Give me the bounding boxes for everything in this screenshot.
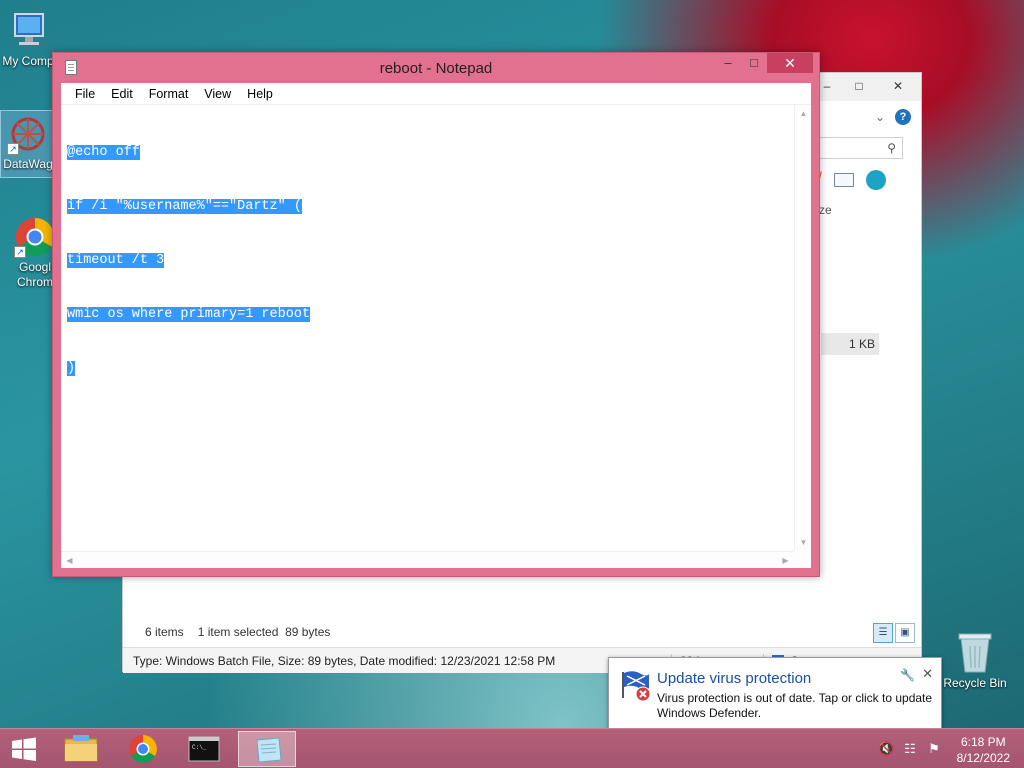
desktop-icon-label: My Comp <box>2 54 54 68</box>
notepad-window[interactable]: reboot - Notepad – □ ✕ File Edit Format … <box>52 52 820 577</box>
taskbar-notepad[interactable] <box>238 731 296 767</box>
notepad-window-controls: – □ ✕ <box>715 53 813 73</box>
notification-title: Update virus protection <box>657 670 812 687</box>
menu-format[interactable]: Format <box>141 87 197 101</box>
taskbar: C:\_ 🔇 ☷ ⚑ 6:18 PM 8/12/2022 <box>0 728 1024 768</box>
maximize-button[interactable]: □ <box>843 73 875 99</box>
recycle-bin-icon <box>957 630 993 674</box>
shortcut-arrow-icon: ↗ <box>14 246 26 258</box>
minimize-button[interactable]: – <box>715 53 741 73</box>
terminal-icon: C:\_ <box>188 736 220 762</box>
vertical-scrollbar[interactable]: ▲ ▼ <box>794 105 811 551</box>
system-tray: 🔇 ☷ ⚑ 6:18 PM 8/12/2022 <box>864 729 1024 768</box>
desktop-icon-label: DataWag <box>3 157 53 171</box>
resize-grip[interactable] <box>794 551 811 568</box>
search-input[interactable]: ⚲ <box>819 137 903 159</box>
shortcut-arrow-icon: ↗ <box>7 143 19 155</box>
explorer-window-controls: – □ ✕ <box>811 73 921 99</box>
chevron-down-icon[interactable]: ⌄ <box>875 110 885 124</box>
details-view-button[interactable]: ☰ <box>873 623 893 643</box>
view-toggle: ☰ ▣ <box>873 623 915 643</box>
network-icon[interactable]: ☷ <box>902 741 918 757</box>
menu-file[interactable]: File <box>67 87 103 101</box>
scroll-down-icon[interactable]: ▼ <box>795 534 812 551</box>
volume-muted-icon[interactable]: 🔇 <box>878 741 894 757</box>
status-bar: 6 items 1 item selected 89 bytes <box>145 625 330 639</box>
maximize-button[interactable]: □ <box>741 53 767 73</box>
menu-edit[interactable]: Edit <box>103 87 141 101</box>
desktop-icon-my-computer[interactable]: My Comp <box>0 10 56 69</box>
email-icon[interactable] <box>834 172 855 187</box>
text-editor[interactable]: @echo off if /i "%username%"=="Dartz" ( … <box>61 105 811 568</box>
chrome-icon <box>129 735 157 763</box>
desktop-icon-datawag[interactable]: ↗ DataWag <box>0 110 56 178</box>
notification-balloon[interactable]: Update virus protection Virus protection… <box>608 657 942 738</box>
notification-message: Virus protection is out of date. Tap or … <box>657 691 933 720</box>
wrench-icon[interactable]: 🔧 <box>900 668 915 682</box>
computer-icon <box>7 10 49 52</box>
selection-info: 1 item selected 89 bytes <box>197 625 331 639</box>
start-button[interactable] <box>0 729 48 768</box>
chrome-icon: ↗ <box>14 216 56 258</box>
desktop-icon-label: Recycle Bin <box>943 676 1007 690</box>
ribbon-icons: / <box>817 169 887 190</box>
item-count: 6 items <box>145 625 184 639</box>
desktop-icon-label: Googl Chrom <box>16 260 53 289</box>
file-size-cell[interactable]: 1 KB <box>821 333 879 355</box>
close-button[interactable]: ✕ <box>875 73 921 99</box>
folder-icon <box>64 735 98 762</box>
search-icon: ⚲ <box>887 141 896 155</box>
action-center-warning-icon[interactable]: ⚑ <box>926 741 942 757</box>
menu-help[interactable]: Help <box>239 87 281 101</box>
defender-warning-icon <box>619 668 653 702</box>
text-line: ) <box>67 361 76 376</box>
taskbar-file-explorer[interactable] <box>52 731 110 767</box>
svg-text:C:\_: C:\_ <box>192 744 207 751</box>
large-icons-view-button[interactable]: ▣ <box>895 623 915 643</box>
menu-bar: File Edit Format View Help <box>61 83 811 105</box>
notepad-icon <box>256 737 282 763</box>
scroll-up-icon[interactable]: ▲ <box>795 105 812 122</box>
clock[interactable]: 6:18 PM 8/12/2022 <box>957 734 1010 766</box>
editor-content[interactable]: @echo off if /i "%username%"=="Dartz" ( … <box>67 108 311 414</box>
help-icon[interactable]: ? <box>895 109 911 125</box>
file-details-text: Type: Windows Batch File, Size: 89 bytes… <box>133 653 556 668</box>
explorer-ribbon-controls: ⌄ ? <box>875 109 911 125</box>
horizontal-scrollbar[interactable]: ◀ ▶ <box>61 551 794 568</box>
notepad-titlebar[interactable]: reboot - Notepad – □ ✕ <box>53 53 819 83</box>
size-column-header[interactable]: ze <box>819 203 832 217</box>
desktop-icon-recycle-bin[interactable]: Recycle Bin <box>942 630 1008 690</box>
clock-time: 6:18 PM <box>960 735 1006 749</box>
taskbar-command-prompt[interactable]: C:\_ <box>176 731 234 767</box>
taskbar-chrome[interactable] <box>114 731 172 767</box>
text-line: if /i "%username%"=="Dartz" ( <box>67 199 302 214</box>
datawag-icon: ↗ <box>7 113 49 155</box>
window-title: reboot - Notepad <box>379 60 493 77</box>
text-line: wmic os where primary=1 reboot <box>67 307 311 322</box>
globe-icon[interactable] <box>866 169 887 190</box>
close-icon[interactable]: ✕ <box>922 666 933 682</box>
close-button[interactable]: ✕ <box>767 53 813 73</box>
scroll-right-icon[interactable]: ▶ <box>777 552 794 569</box>
text-line: @echo off <box>67 145 140 160</box>
scroll-left-icon[interactable]: ◀ <box>61 552 78 569</box>
text-line: timeout /t 3 <box>67 253 165 268</box>
windows-logo-icon <box>12 737 36 761</box>
clock-date: 8/12/2022 <box>956 751 1010 765</box>
menu-view[interactable]: View <box>196 87 239 101</box>
